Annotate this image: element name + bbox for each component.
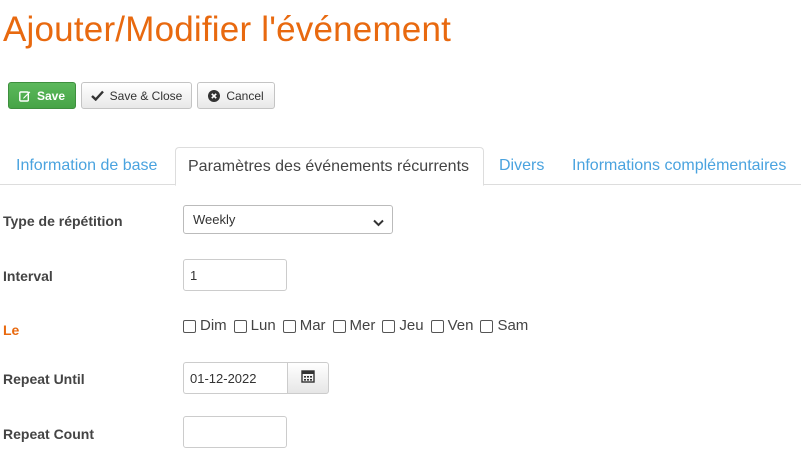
day-label: Ven <box>447 317 474 334</box>
interval-value: 1 <box>190 267 198 283</box>
repeat-type-select[interactable]: Weekly <box>183 205 393 234</box>
day-checkbox[interactable] <box>480 320 494 333</box>
repeat-count-input[interactable] <box>183 416 287 448</box>
edit-icon <box>19 90 31 102</box>
tab-bar: Information de base Paramètres des événe… <box>0 147 801 186</box>
save-button[interactable]: Save <box>8 82 76 109</box>
check-icon <box>90 90 104 101</box>
day-label: Mer <box>349 317 376 334</box>
tab-label: Information de base <box>16 157 158 174</box>
save-close-button-label: Save & Close <box>109 88 183 103</box>
day-label: Dim <box>200 317 227 334</box>
day-label: Mar <box>299 317 326 334</box>
calendar-button[interactable] <box>287 362 329 394</box>
day-checkbox[interactable] <box>282 320 296 333</box>
tab-label: Divers <box>499 157 545 174</box>
day-option-ven[interactable]: Ven <box>430 317 474 334</box>
repeat-type-value: Weekly <box>193 212 236 227</box>
repeat-until-label: Repeat Until <box>3 371 85 387</box>
day-option-mar[interactable]: Mar <box>282 317 326 334</box>
day-option-jeu[interactable]: Jeu <box>382 317 424 334</box>
chevron-down-icon <box>373 215 384 230</box>
day-checkbox[interactable] <box>430 320 444 333</box>
day-checkbox[interactable] <box>183 320 196 333</box>
x-circle-icon <box>208 89 221 102</box>
tab-recurring-settings[interactable]: Paramètres des événements récurrents <box>175 147 484 186</box>
days-checkbox-group: Dim Lun Mar Mer Jeu Ven Sam <box>183 317 535 334</box>
tab-label: Informations complémentaires <box>572 157 787 174</box>
tab-basic-information[interactable]: Information de base <box>4 147 169 185</box>
tab-additional-information[interactable]: Informations complémentaires <box>560 147 798 185</box>
day-checkbox[interactable] <box>382 320 396 333</box>
day-option-sam[interactable]: Sam <box>480 317 528 334</box>
day-option-lun[interactable]: Lun <box>233 317 276 334</box>
day-option-dim[interactable]: Dim <box>183 317 227 334</box>
save-close-button[interactable]: Save & Close <box>81 82 192 109</box>
cancel-button-label: Cancel <box>226 88 264 103</box>
day-checkbox[interactable] <box>233 320 247 333</box>
repeat-type-label: Type de répétition <box>3 213 123 229</box>
day-label: Sam <box>497 317 529 334</box>
repeat-until-input[interactable]: 01-12-2022 <box>183 362 287 394</box>
calendar-icon <box>301 369 315 388</box>
repeat-count-label: Repeat Count <box>3 426 94 442</box>
day-option-mer[interactable]: Mer <box>332 317 376 334</box>
tab-misc[interactable]: Divers <box>487 147 556 185</box>
day-label: Lun <box>250 317 276 334</box>
interval-label: Interval <box>3 268 53 284</box>
repeat-until-date-picker: 01-12-2022 <box>183 362 329 394</box>
save-button-label: Save <box>36 88 66 103</box>
tab-label: Paramètres des événements récurrents <box>188 157 470 175</box>
day-checkbox[interactable] <box>332 320 346 333</box>
page-title: Ajouter/Modifier l'événement <box>3 10 452 49</box>
days-label: Le <box>3 322 20 338</box>
day-label: Jeu <box>399 317 424 334</box>
interval-input[interactable]: 1 <box>183 259 287 291</box>
repeat-until-value: 01-12-2022 <box>190 370 257 386</box>
cancel-button[interactable]: Cancel <box>197 82 275 109</box>
